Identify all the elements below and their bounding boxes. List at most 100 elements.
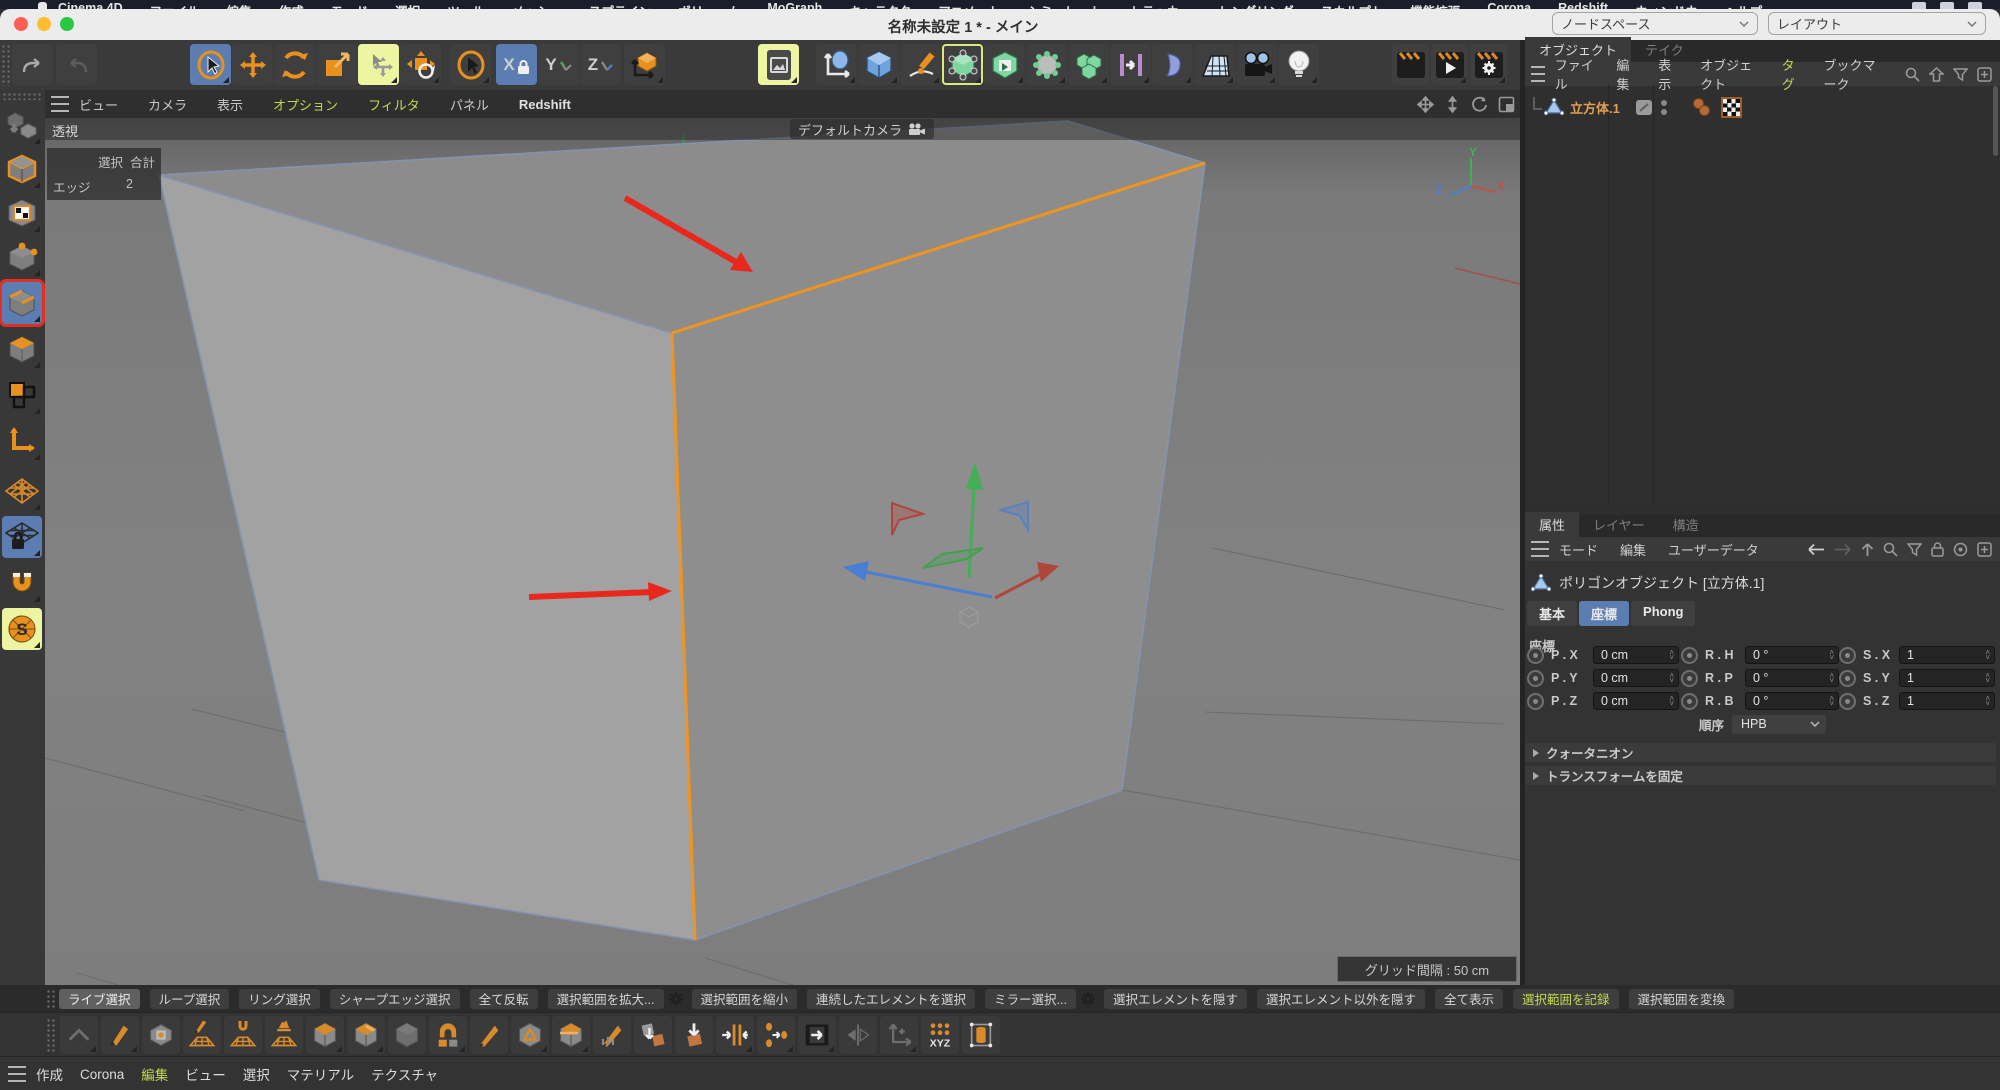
model-mode-button[interactable] <box>2 148 42 190</box>
add-box-icon[interactable] <box>1977 67 1992 82</box>
sy-stepper[interactable]: ˄˅ <box>1985 673 1990 683</box>
bottom-menu-create[interactable]: 作成 <box>36 1064 63 1084</box>
menubar-item[interactable]: キャラクタ <box>849 1 911 9</box>
pz-input[interactable]: 0 cm ˄˅ <box>1593 692 1679 710</box>
bottom-menu-edit[interactable]: 編集 <box>141 1064 168 1084</box>
attribute-manager-menu-icon[interactable] <box>1531 541 1549 557</box>
polygon-selection-tags[interactable] <box>1693 98 1717 116</box>
rb-keyframe-circle[interactable] <box>1681 693 1698 710</box>
hide-selected-command[interactable]: 選択エレメントを隠す <box>1104 989 1247 1009</box>
menubar-item[interactable]: 作成 <box>279 1 304 9</box>
py-stepper[interactable]: ˄˅ <box>1669 673 1674 683</box>
am-menu-userdata[interactable]: ユーザーデータ <box>1668 540 1759 559</box>
palette-quantize[interactable] <box>142 1016 180 1054</box>
mirror-selection-command[interactable]: ミラー選択... <box>985 989 1076 1009</box>
menubar-item[interactable]: レンダリング <box>1219 1 1294 9</box>
viewport-menu-view[interactable]: ビュー <box>79 95 118 114</box>
menubar-item[interactable]: Corona <box>1487 1 1531 9</box>
menubar-item[interactable]: 機能拡張 <box>1410 1 1460 9</box>
sharp-edge-selection-command[interactable]: シャープエッジ選択 <box>330 989 460 1009</box>
lock-y-button[interactable]: Y <box>538 44 579 85</box>
sx-input[interactable]: 1 ˄˅ <box>1899 646 1995 664</box>
lock-icon[interactable] <box>1931 542 1944 557</box>
order-dropdown[interactable]: HPB <box>1732 715 1826 734</box>
active-move-tool-button[interactable] <box>358 44 399 85</box>
uvw-tag[interactable] <box>1721 97 1742 118</box>
cluster-deformer-button[interactable] <box>1026 44 1067 85</box>
maximize-view-icon[interactable] <box>1498 96 1515 113</box>
cube-primitive-button[interactable] <box>858 44 899 85</box>
palette-mirror-disabled[interactable] <box>839 1016 877 1054</box>
menubar-item[interactable]: ヘルプ <box>1725 1 1763 9</box>
viewport-menu-display[interactable]: 表示 <box>217 95 243 114</box>
zoom-button[interactable] <box>60 17 74 31</box>
viewport-menu-options[interactable]: オプション <box>273 95 338 114</box>
menubar-item[interactable]: MoGraph <box>767 1 822 9</box>
palette-dissolve[interactable] <box>675 1016 713 1054</box>
rh-stepper[interactable]: ˄˅ <box>1829 650 1834 660</box>
object-name[interactable]: 立方体.1 <box>1570 98 1620 117</box>
palette-extrude[interactable] <box>306 1016 344 1054</box>
menubar-item[interactable]: Redshift <box>1558 1 1608 9</box>
fields-button[interactable] <box>1110 44 1151 85</box>
menubar-item[interactable]: モード <box>331 1 369 9</box>
texture-mode-button[interactable] <box>2 192 42 234</box>
render-settings-button[interactable] <box>1470 44 1507 85</box>
rp-stepper[interactable]: ˄˅ <box>1829 673 1834 683</box>
tab-phong[interactable]: Phong <box>1631 601 1695 626</box>
selection-tool-button[interactable] <box>190 44 231 85</box>
ring-selection-command[interactable]: リング選択 <box>239 989 320 1009</box>
tab-basic[interactable]: 基本 <box>1527 601 1577 626</box>
toolbar-drag-handle[interactable] <box>1 44 10 86</box>
sy-keyframe-circle[interactable] <box>1839 670 1856 687</box>
palette-plane-cut[interactable] <box>511 1016 549 1054</box>
menubar-item[interactable]: ウィンドウ <box>1635 1 1698 9</box>
palette-cage-deform[interactable] <box>962 1016 1000 1054</box>
py-keyframe-circle[interactable] <box>1527 670 1544 687</box>
loop-selection-command[interactable]: ループ選択 <box>150 989 230 1009</box>
am-menu-mode[interactable]: モード <box>1559 540 1598 559</box>
render-clapper-button[interactable] <box>1392 44 1429 85</box>
target-icon[interactable] <box>1953 542 1968 557</box>
am-menu-edit[interactable]: 編集 <box>1620 540 1646 559</box>
bottom-menu-icon[interactable] <box>8 1066 26 1082</box>
points-mode-button[interactable] <box>2 236 42 278</box>
snap-settings-button[interactable]: S <box>2 608 42 650</box>
filter-icon[interactable] <box>1907 542 1922 557</box>
palette-loop-cut[interactable] <box>552 1016 590 1054</box>
bottom-menu-material[interactable]: マテリアル <box>287 1064 354 1084</box>
search-icon[interactable] <box>1883 542 1898 557</box>
menubar-item[interactable]: ボリューム <box>678 1 740 9</box>
menubar-item[interactable]: Cinema 4D <box>58 1 123 9</box>
camera-label-pill[interactable]: デフォルトカメラ <box>790 119 934 139</box>
lock-x-button[interactable]: X <box>496 44 537 85</box>
menubar-item[interactable]: スカルプト <box>1321 1 1384 9</box>
lock-workplane-button[interactable] <box>2 516 42 558</box>
sy-input[interactable]: 1 ˄˅ <box>1899 669 1995 687</box>
palette-extrude-inner[interactable] <box>347 1016 385 1054</box>
rotate-tool-button[interactable] <box>274 44 315 85</box>
invert-all-command[interactable]: 全て反転 <box>470 989 538 1009</box>
enable-axis-button[interactable] <box>2 420 42 462</box>
editor-render-dots[interactable] <box>1661 100 1667 115</box>
sz-stepper[interactable]: ˄˅ <box>1985 696 1990 706</box>
camera-object-button[interactable] <box>1236 44 1277 85</box>
back-arrow-icon[interactable] <box>1807 543 1825 556</box>
palette-close-hole[interactable] <box>798 1016 836 1054</box>
hide-unselected-command[interactable]: 選択エレメント以外を隠す <box>1257 989 1425 1009</box>
close-button[interactable] <box>14 17 28 31</box>
render-play-button[interactable] <box>1431 44 1468 85</box>
viewport-menu-icon[interactable] <box>51 96 69 112</box>
live-selection-command[interactable]: ライブ選択 <box>59 989 140 1009</box>
rb-input[interactable]: 0 ° ˄˅ <box>1745 692 1839 710</box>
palette-weld[interactable] <box>716 1016 754 1054</box>
gear-icon[interactable] <box>1080 991 1096 1007</box>
viewport[interactable]: 透視 デフォルトカメラ 選択 合計 エッジ 2 <box>45 118 1520 985</box>
palette-bridge-arch[interactable] <box>429 1016 467 1054</box>
py-input[interactable]: 0 cm ˄˅ <box>1593 669 1679 687</box>
lock-z-button[interactable]: Z <box>580 44 621 85</box>
edge-mode-button[interactable] <box>2 282 42 324</box>
rp-input[interactable]: 0 ° ˄˅ <box>1745 669 1839 687</box>
menubar-item[interactable]: ファイル <box>150 1 200 9</box>
pz-keyframe-circle[interactable] <box>1527 693 1544 710</box>
